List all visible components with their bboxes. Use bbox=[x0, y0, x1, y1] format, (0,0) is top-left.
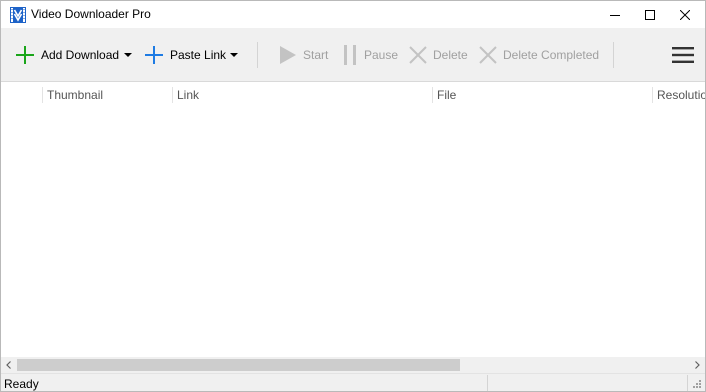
chevron-right-icon bbox=[695, 361, 700, 369]
title-bar[interactable]: Video Downloader Pro bbox=[1, 1, 705, 28]
status-divider bbox=[487, 375, 488, 391]
horizontal-scrollbar[interactable] bbox=[1, 357, 705, 373]
toolbar-separator bbox=[257, 42, 258, 68]
status-divider bbox=[687, 375, 688, 391]
chevron-left-icon bbox=[6, 361, 11, 369]
paste-link-dropdown-icon[interactable] bbox=[229, 50, 239, 60]
pause-button[interactable]: Pause bbox=[342, 44, 398, 66]
hamburger-menu-icon[interactable] bbox=[671, 45, 695, 65]
scroll-left-button[interactable] bbox=[1, 357, 17, 373]
close-button[interactable] bbox=[667, 1, 702, 28]
delete-completed-button[interactable]: Delete Completed bbox=[479, 44, 599, 66]
delete-completed-label: Delete Completed bbox=[503, 48, 600, 62]
maximize-icon bbox=[644, 9, 655, 20]
column-header-file[interactable]: File bbox=[432, 83, 652, 107]
start-button[interactable]: Start bbox=[279, 44, 328, 66]
scroll-right-button[interactable] bbox=[689, 357, 705, 373]
start-label: Start bbox=[303, 48, 329, 62]
plus-icon bbox=[145, 46, 163, 64]
close-icon bbox=[679, 9, 690, 20]
app-window: Video Downloader Pro Add Download Paste … bbox=[0, 0, 706, 392]
delete-button[interactable]: Delete bbox=[409, 44, 468, 66]
download-list[interactable] bbox=[1, 107, 705, 357]
add-download-label: Add Download bbox=[41, 48, 120, 62]
x-icon bbox=[409, 46, 427, 64]
x-icon bbox=[479, 46, 497, 64]
scroll-thumb[interactable] bbox=[17, 359, 460, 371]
maximize-button[interactable] bbox=[632, 1, 667, 28]
column-header-link[interactable]: Link bbox=[172, 83, 432, 107]
paste-link-label: Paste Link bbox=[170, 48, 227, 62]
resize-grip-icon[interactable] bbox=[690, 377, 702, 389]
pause-label: Pause bbox=[364, 48, 399, 62]
status-bar: Ready bbox=[1, 373, 705, 391]
plus-icon bbox=[16, 46, 34, 64]
play-icon bbox=[280, 46, 296, 64]
list-header: Thumbnail Link File Resolution bbox=[1, 83, 705, 107]
add-download-dropdown-icon[interactable] bbox=[123, 50, 133, 60]
window-title: Video Downloader Pro bbox=[31, 7, 151, 21]
toolbar-separator bbox=[613, 42, 614, 68]
minimize-button[interactable] bbox=[597, 1, 632, 28]
minimize-icon bbox=[609, 14, 620, 16]
delete-label: Delete bbox=[433, 48, 468, 62]
toolbar: Add Download Paste Link Start Pause Dele… bbox=[1, 28, 705, 82]
pause-icon bbox=[344, 45, 356, 65]
column-header-resolution[interactable]: Resolution bbox=[652, 83, 705, 107]
add-download-button[interactable]: Add Download bbox=[15, 44, 119, 66]
app-logo-icon bbox=[10, 7, 26, 23]
column-header-thumbnail[interactable]: Thumbnail bbox=[42, 83, 172, 107]
status-text: Ready bbox=[4, 377, 39, 391]
paste-link-button[interactable]: Paste Link bbox=[144, 44, 226, 66]
